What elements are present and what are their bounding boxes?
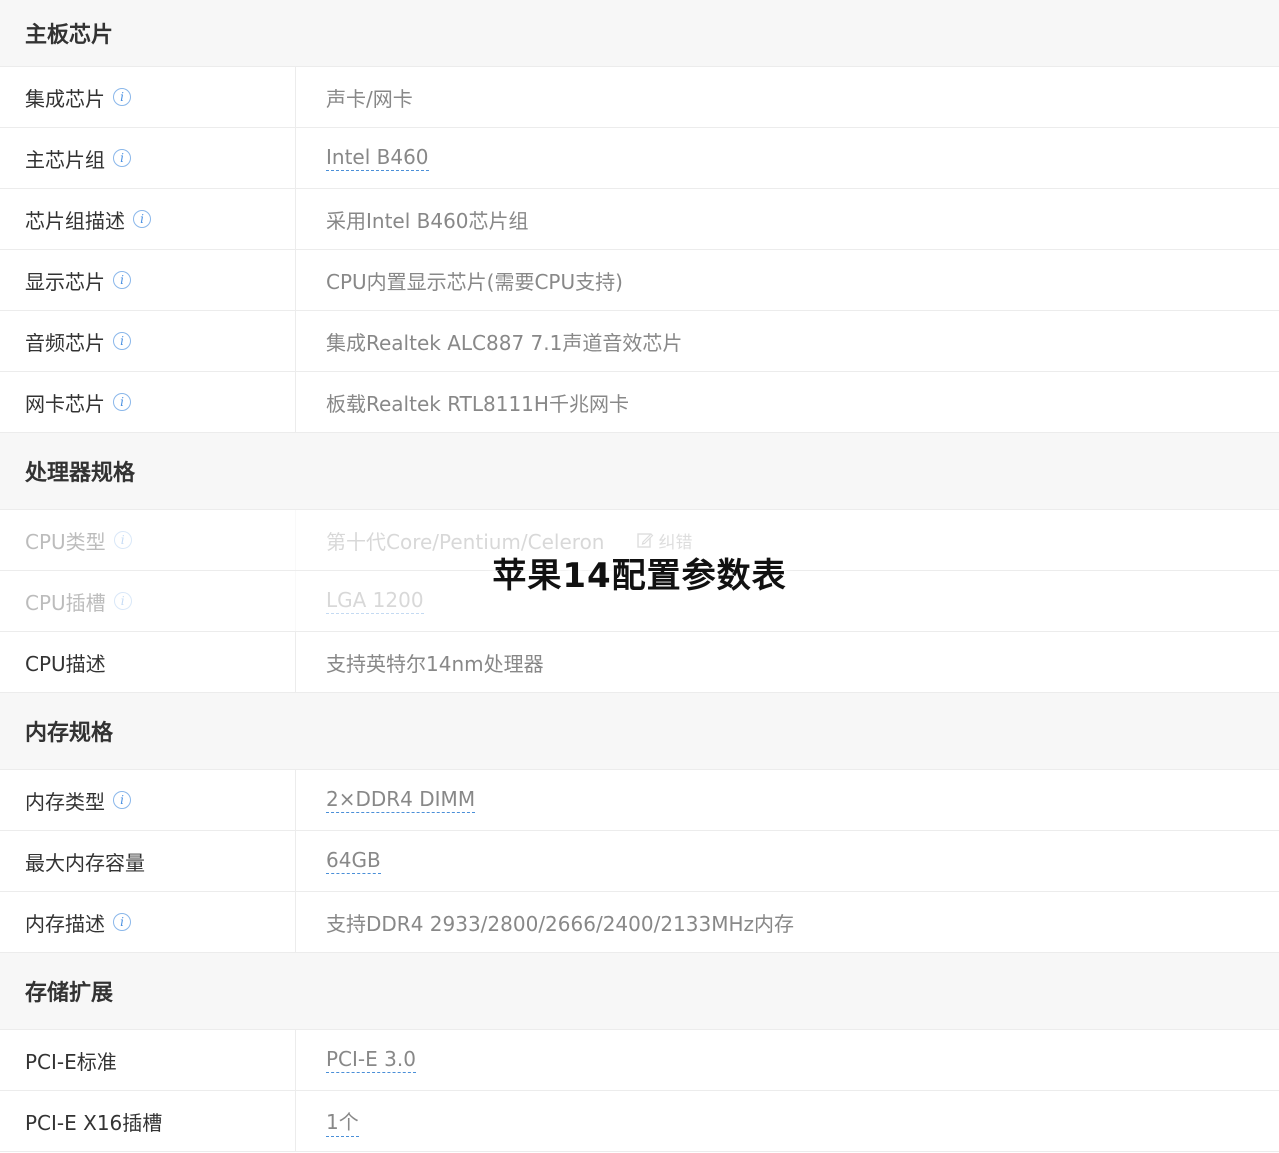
spec-value: 支持DDR4 2933/2800/2666/2400/2133MHz内存	[326, 911, 795, 936]
info-icon[interactable]: i	[113, 88, 131, 106]
spec-label: 显示芯片	[25, 269, 105, 294]
spec-row-audio-chip: 音频芯片 i 集成Realtek ALC887 7.1声道音效芯片	[0, 311, 1279, 372]
section-title: 处理器规格	[25, 461, 136, 486]
info-icon[interactable]: i	[113, 791, 131, 809]
spec-row-pcie-standard: PCI-E标准 PCI-E 3.0	[0, 1030, 1279, 1091]
spec-value-link[interactable]: 1个	[326, 1106, 359, 1137]
spec-value: 声卡/网卡	[326, 86, 413, 111]
section-title: 主板芯片	[25, 23, 114, 48]
section-header-memory-spec: 内存规格	[0, 693, 1279, 770]
spec-value-cell: 支持DDR4 2933/2800/2666/2400/2133MHz内存	[296, 892, 1279, 952]
spec-value-cell: 支持英特尔14nm处理器	[296, 632, 1279, 692]
section-title: 存储扩展	[25, 981, 114, 1006]
edit-icon	[637, 533, 654, 548]
spec-value-cell: CPU内置显示芯片(需要CPU支持)	[296, 250, 1279, 310]
spec-label-cell: 内存类型 i	[0, 770, 296, 830]
spec-value-link[interactable]: 2×DDR4 DIMM	[326, 787, 476, 813]
spec-row-network-chip: 网卡芯片 i 板载Realtek RTL8111H千兆网卡	[0, 372, 1279, 433]
spec-label: CPU描述	[25, 651, 106, 676]
spec-value: 集成Realtek ALC887 7.1声道音效芯片	[326, 330, 683, 355]
spec-label: 音频芯片	[25, 330, 105, 355]
spec-label: 芯片组描述	[25, 208, 125, 233]
spec-row-pcie-x16-slot: PCI-E X16插槽 1个	[0, 1091, 1279, 1152]
spec-label-cell: 主芯片组 i	[0, 128, 296, 188]
section-header-mainboard-chip: 主板芯片	[0, 0, 1279, 67]
info-icon[interactable]: i	[133, 210, 151, 228]
spec-value-cell: 64GB	[296, 831, 1279, 891]
info-icon[interactable]: i	[113, 913, 131, 931]
spec-label-cell: 最大内存容量	[0, 831, 296, 891]
spec-label: 集成芯片	[25, 86, 105, 111]
spec-label: 主芯片组	[25, 147, 105, 172]
section-title: 内存规格	[25, 721, 114, 746]
spec-value-cell: PCI-E 3.0	[296, 1030, 1279, 1090]
spec-label-cell: 内存描述 i	[0, 892, 296, 952]
spec-label: PCI-E标准	[25, 1049, 117, 1074]
spec-row-max-memory: 最大内存容量 64GB	[0, 831, 1279, 892]
spec-label-cell: 音频芯片 i	[0, 311, 296, 371]
spec-label-cell: 显示芯片 i	[0, 250, 296, 310]
info-icon[interactable]: i	[113, 531, 132, 549]
spec-label: 内存类型	[25, 789, 105, 814]
spec-label-cell: PCI-E X16插槽	[0, 1091, 296, 1151]
spec-label-cell: 芯片组描述 i	[0, 189, 296, 249]
spec-value: 支持英特尔14nm处理器	[326, 651, 544, 676]
spec-value-link[interactable]: PCI-E 3.0	[326, 1047, 416, 1073]
overlay-title: 苹果14配置参数表	[492, 556, 787, 596]
spec-value-cell: 集成Realtek ALC887 7.1声道音效芯片	[296, 311, 1279, 371]
spec-label: 最大内存容量	[25, 850, 145, 875]
spec-row-memory-type: 内存类型 i 2×DDR4 DIMM	[0, 770, 1279, 831]
spec-value-link[interactable]: Intel B460	[326, 145, 429, 171]
spec-label-cell: CPU描述	[0, 632, 296, 692]
spec-row-display-chip: 显示芯片 i CPU内置显示芯片(需要CPU支持)	[0, 250, 1279, 311]
spec-value-cell: 1个	[296, 1091, 1279, 1151]
spec-label-cell: 网卡芯片 i	[0, 372, 296, 432]
spec-value-link[interactable]: 64GB	[326, 848, 381, 874]
spec-value: 采用Intel B460芯片组	[326, 208, 529, 233]
spec-value-cell: 2×DDR4 DIMM	[296, 770, 1279, 830]
spec-row-memory-description: 内存描述 i 支持DDR4 2933/2800/2666/2400/2133MHz…	[0, 892, 1279, 953]
info-icon[interactable]: i	[113, 149, 131, 167]
spec-label: 网卡芯片	[25, 391, 105, 416]
info-icon[interactable]: i	[113, 271, 131, 289]
spec-value-cell: Intel B460	[296, 128, 1279, 188]
spec-label-cell: 集成芯片 i	[0, 67, 296, 127]
spec-label: PCI-E X16插槽	[25, 1110, 163, 1135]
spec-value-cell: 采用Intel B460芯片组	[296, 189, 1279, 249]
section-header-processor-spec: 处理器规格	[0, 433, 1279, 510]
section-header-storage-expansion: 存储扩展	[0, 953, 1279, 1030]
spec-value-cell: 板载Realtek RTL8111H千兆网卡	[296, 372, 1279, 432]
spec-value-cell: 声卡/网卡	[296, 67, 1279, 127]
spec-row-integrated-chip: 集成芯片 i 声卡/网卡	[0, 67, 1279, 128]
spec-label-cell: PCI-E标准	[0, 1030, 296, 1090]
spec-value: 板载Realtek RTL8111H千兆网卡	[326, 391, 629, 416]
spec-value: CPU内置显示芯片(需要CPU支持)	[326, 269, 623, 294]
spec-label: 内存描述	[25, 911, 105, 936]
info-icon[interactable]: i	[113, 332, 131, 350]
spec-row-cpu-description: CPU描述 支持英特尔14nm处理器	[0, 632, 1279, 693]
spec-row-chipset-description: 芯片组描述 i 采用Intel B460芯片组	[0, 189, 1279, 250]
spec-row-main-chipset: 主芯片组 i Intel B460	[0, 128, 1279, 189]
info-icon[interactable]: i	[113, 393, 131, 411]
